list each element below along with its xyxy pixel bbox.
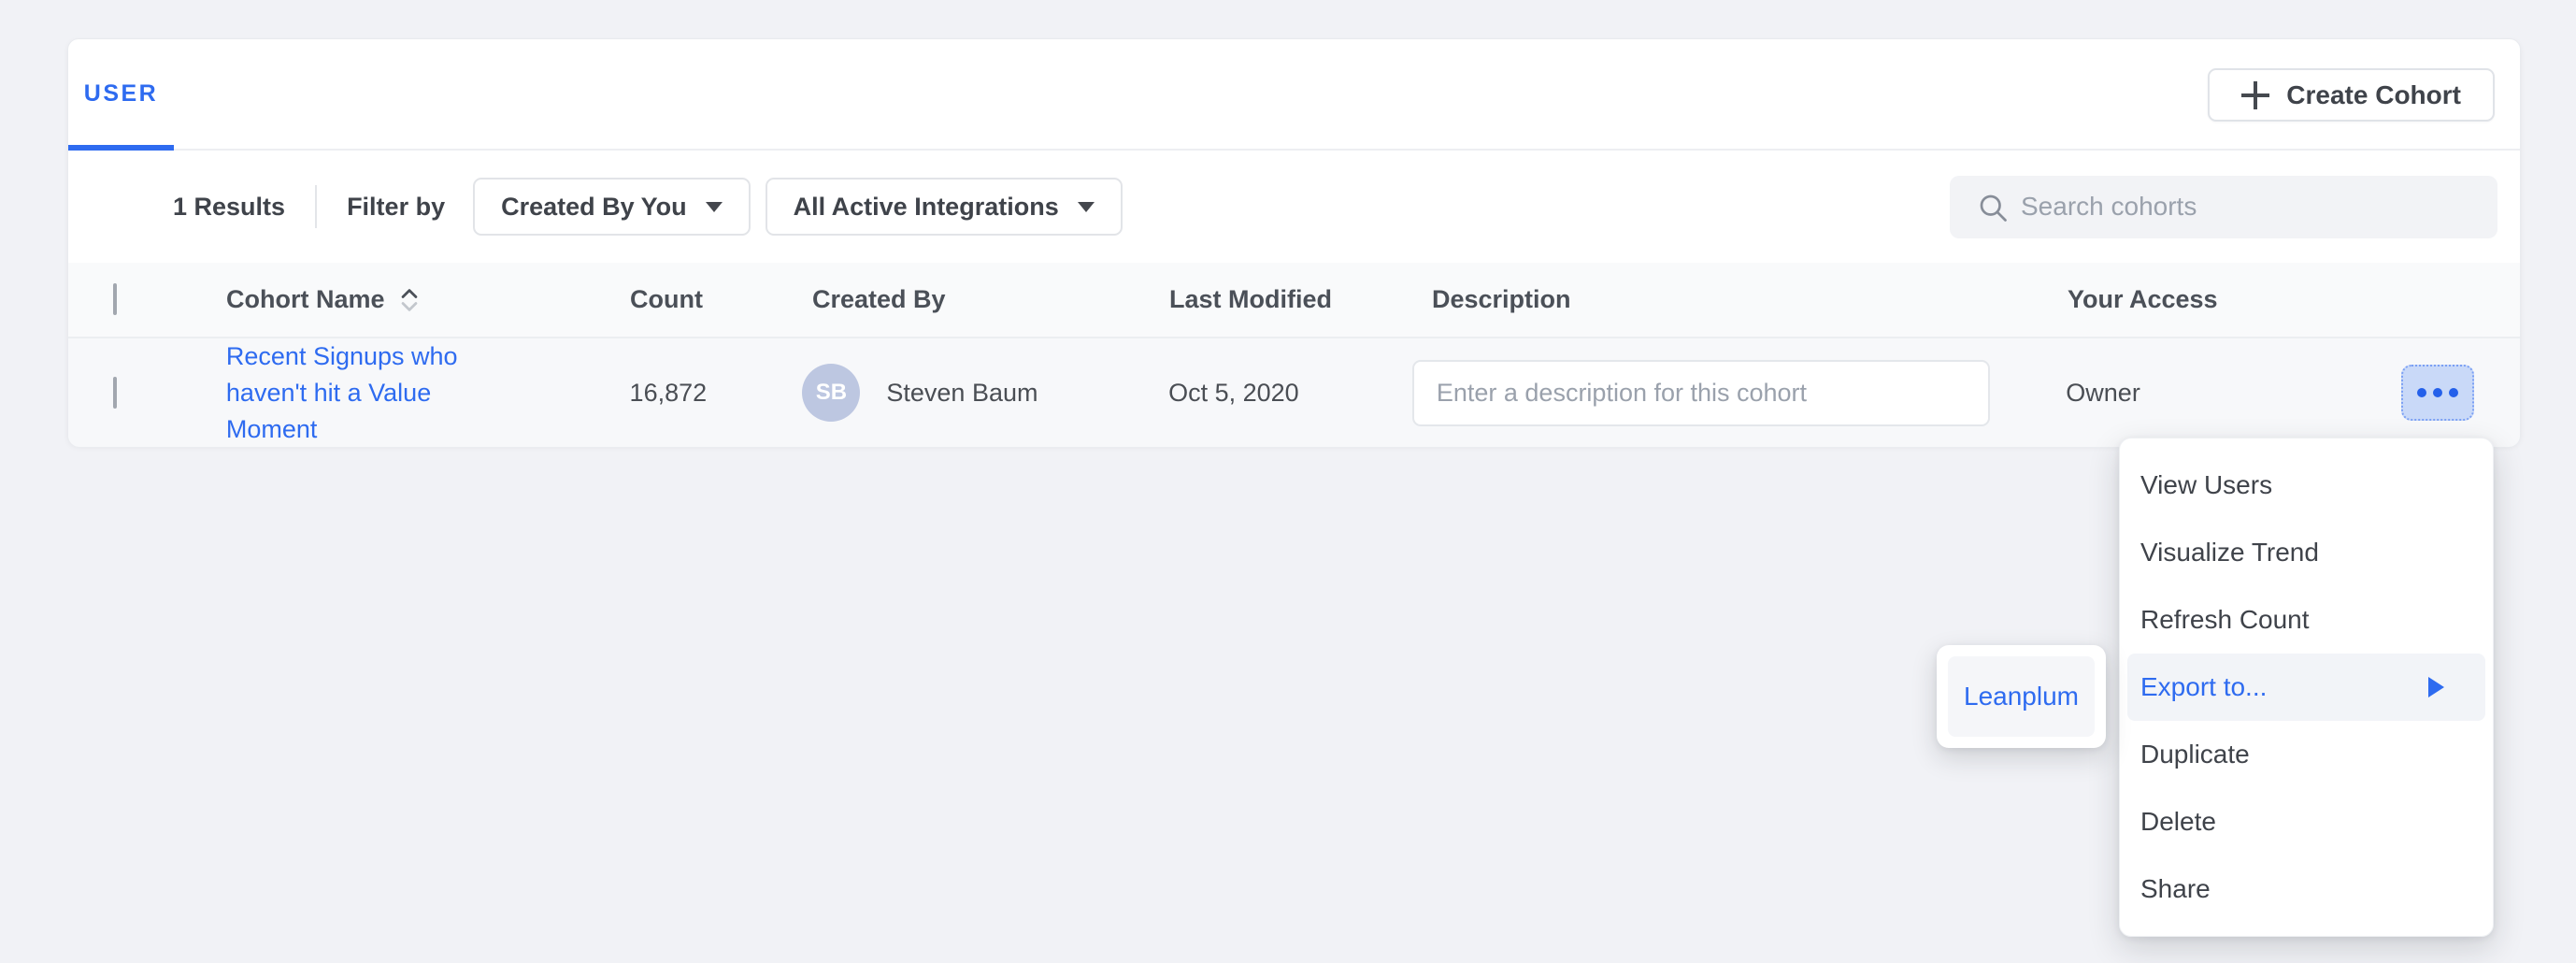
export-submenu: Leanplum xyxy=(1937,645,2106,748)
access-cell: Owner xyxy=(2066,379,2401,408)
header-description: Description xyxy=(1413,285,2068,314)
search-box xyxy=(1950,176,2497,238)
header-cohort-name-label: Cohort Name xyxy=(226,285,385,314)
more-dot-icon xyxy=(2417,388,2426,397)
more-dot-icon xyxy=(2449,388,2458,397)
integrations-filter-label: All Active Integrations xyxy=(794,193,1059,222)
menu-item-label: Share xyxy=(2140,874,2211,904)
cohorts-card: USER Create Cohort 1 Results Filter by C… xyxy=(67,38,2521,446)
chevron-down-icon xyxy=(706,202,723,212)
header-last-modified: Last Modified xyxy=(1169,285,1413,314)
cohorts-page: USER Create Cohort 1 Results Filter by C… xyxy=(0,0,2576,963)
table-row: Recent Signups who haven't hit a Value M… xyxy=(68,338,2520,447)
chevron-down-icon xyxy=(1078,202,1095,212)
submenu-arrow-icon xyxy=(2428,677,2444,697)
more-dot-icon xyxy=(2433,388,2442,397)
count-cell: 16,872 xyxy=(630,379,803,408)
results-count: 1 Results xyxy=(173,193,285,222)
create-cohort-button[interactable]: Create Cohort xyxy=(2208,68,2495,122)
table-header-row: Cohort Name Count Created By Last Modifi… xyxy=(68,263,2520,338)
menu-item-duplicate[interactable]: Duplicate xyxy=(2127,721,2485,788)
menu-item-refresh-count[interactable]: Refresh Count xyxy=(2127,586,2485,654)
filter-bar: 1 Results Filter by Created By You All A… xyxy=(68,151,2520,263)
active-tab-underline xyxy=(68,145,174,151)
menu-item-label: Visualize Trend xyxy=(2140,538,2319,568)
header-cohort-name[interactable]: Cohort Name xyxy=(226,285,630,314)
cohort-name-link[interactable]: Recent Signups who haven't hit a Value M… xyxy=(226,338,462,448)
row-checkbox[interactable] xyxy=(113,377,117,409)
tab-user-label: USER xyxy=(84,80,158,108)
tab-bar: USER Create Cohort xyxy=(68,39,2520,151)
row-checkbox-cell xyxy=(68,379,226,408)
select-all-checkbox[interactable] xyxy=(113,283,117,315)
header-count: Count xyxy=(630,285,803,314)
created-by-cell: SB Steven Baum xyxy=(802,364,1168,422)
description-input[interactable] xyxy=(1412,360,1990,426)
header-checkbox-cell xyxy=(68,285,226,314)
create-cohort-label: Create Cohort xyxy=(2286,80,2461,110)
menu-item-share[interactable]: Share xyxy=(2127,855,2485,923)
row-context-menu: View Users Visualize Trend Refresh Count… xyxy=(2119,438,2494,937)
menu-item-label: Delete xyxy=(2140,807,2216,837)
menu-item-visualize-trend[interactable]: Visualize Trend xyxy=(2127,519,2485,586)
submenu-item-label: Leanplum xyxy=(1964,682,2079,711)
search-icon xyxy=(1976,191,2010,224)
menu-item-delete[interactable]: Delete xyxy=(2127,788,2485,855)
menu-item-label: View Users xyxy=(2140,470,2272,500)
created-by-filter-dropdown[interactable]: Created By You xyxy=(473,178,751,236)
menu-item-label: Export to... xyxy=(2140,672,2267,702)
created-by-filter-label: Created By You xyxy=(501,193,687,222)
header-created-by: Created By xyxy=(803,285,1169,314)
avatar: SB xyxy=(802,364,860,422)
integrations-filter-dropdown[interactable]: All Active Integrations xyxy=(766,178,1123,236)
description-cell xyxy=(1412,360,2066,426)
menu-item-label: Refresh Count xyxy=(2140,605,2310,635)
sort-icon[interactable] xyxy=(398,286,421,314)
menu-item-export-to[interactable]: Export to... xyxy=(2127,654,2485,721)
tab-user[interactable]: USER xyxy=(68,39,174,149)
menu-item-view-users[interactable]: View Users xyxy=(2127,452,2485,519)
submenu-item-leanplum[interactable]: Leanplum xyxy=(1948,656,2095,737)
divider xyxy=(315,185,317,228)
header-your-access: Your Access xyxy=(2068,285,2403,314)
plus-icon xyxy=(2241,81,2269,109)
cohort-name-cell: Recent Signups who haven't hit a Value M… xyxy=(226,338,630,448)
last-modified-cell: Oct 5, 2020 xyxy=(1168,379,1412,408)
filter-by-label: Filter by xyxy=(347,193,445,222)
actions-cell xyxy=(2401,365,2520,421)
search-input[interactable] xyxy=(1950,176,2497,238)
creator-name: Steven Baum xyxy=(886,379,1038,408)
menu-item-label: Duplicate xyxy=(2140,740,2250,769)
more-actions-button[interactable] xyxy=(2401,365,2474,421)
